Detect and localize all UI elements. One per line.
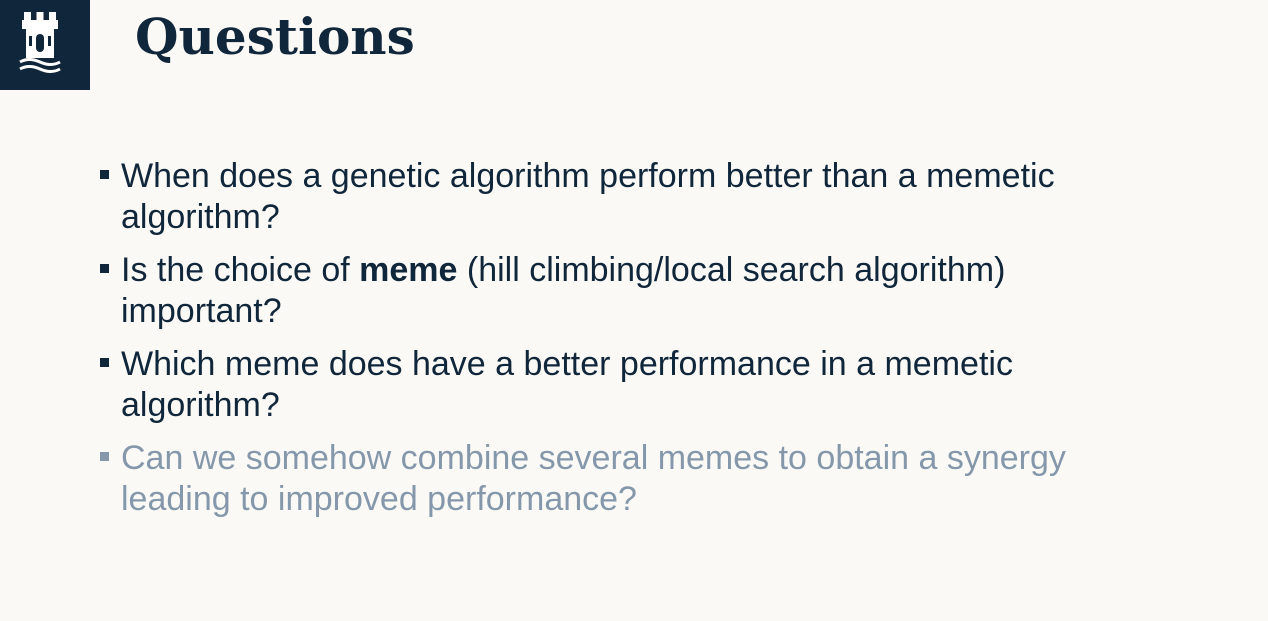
square-bullet-icon <box>100 170 109 179</box>
bullet-text-before: Is the choice of <box>121 251 360 289</box>
bullet-item-dimmed: Can we somehow combine several memes to … <box>100 438 1140 520</box>
university-logo <box>0 0 90 90</box>
bullet-item: When does a genetic algorithm perform be… <box>100 156 1140 238</box>
slide-title: Questions <box>135 7 415 66</box>
bullet-text: Can we somehow combine several memes to … <box>121 439 1066 518</box>
question-list: When does a genetic algorithm perform be… <box>100 156 1140 532</box>
bullet-bold-term: meme <box>359 251 458 289</box>
bullet-item: Which meme does have a better performanc… <box>100 344 1140 426</box>
castle-tower-icon <box>19 12 61 73</box>
bullet-item: Is the choice of meme (hill climbing/loc… <box>100 250 1140 332</box>
square-bullet-icon <box>100 264 109 273</box>
square-bullet-icon <box>100 358 109 367</box>
bullet-text: Which meme does have a better performanc… <box>121 345 1013 424</box>
square-bullet-icon <box>100 452 109 461</box>
bullet-text: When does a genetic algorithm perform be… <box>121 157 1055 236</box>
